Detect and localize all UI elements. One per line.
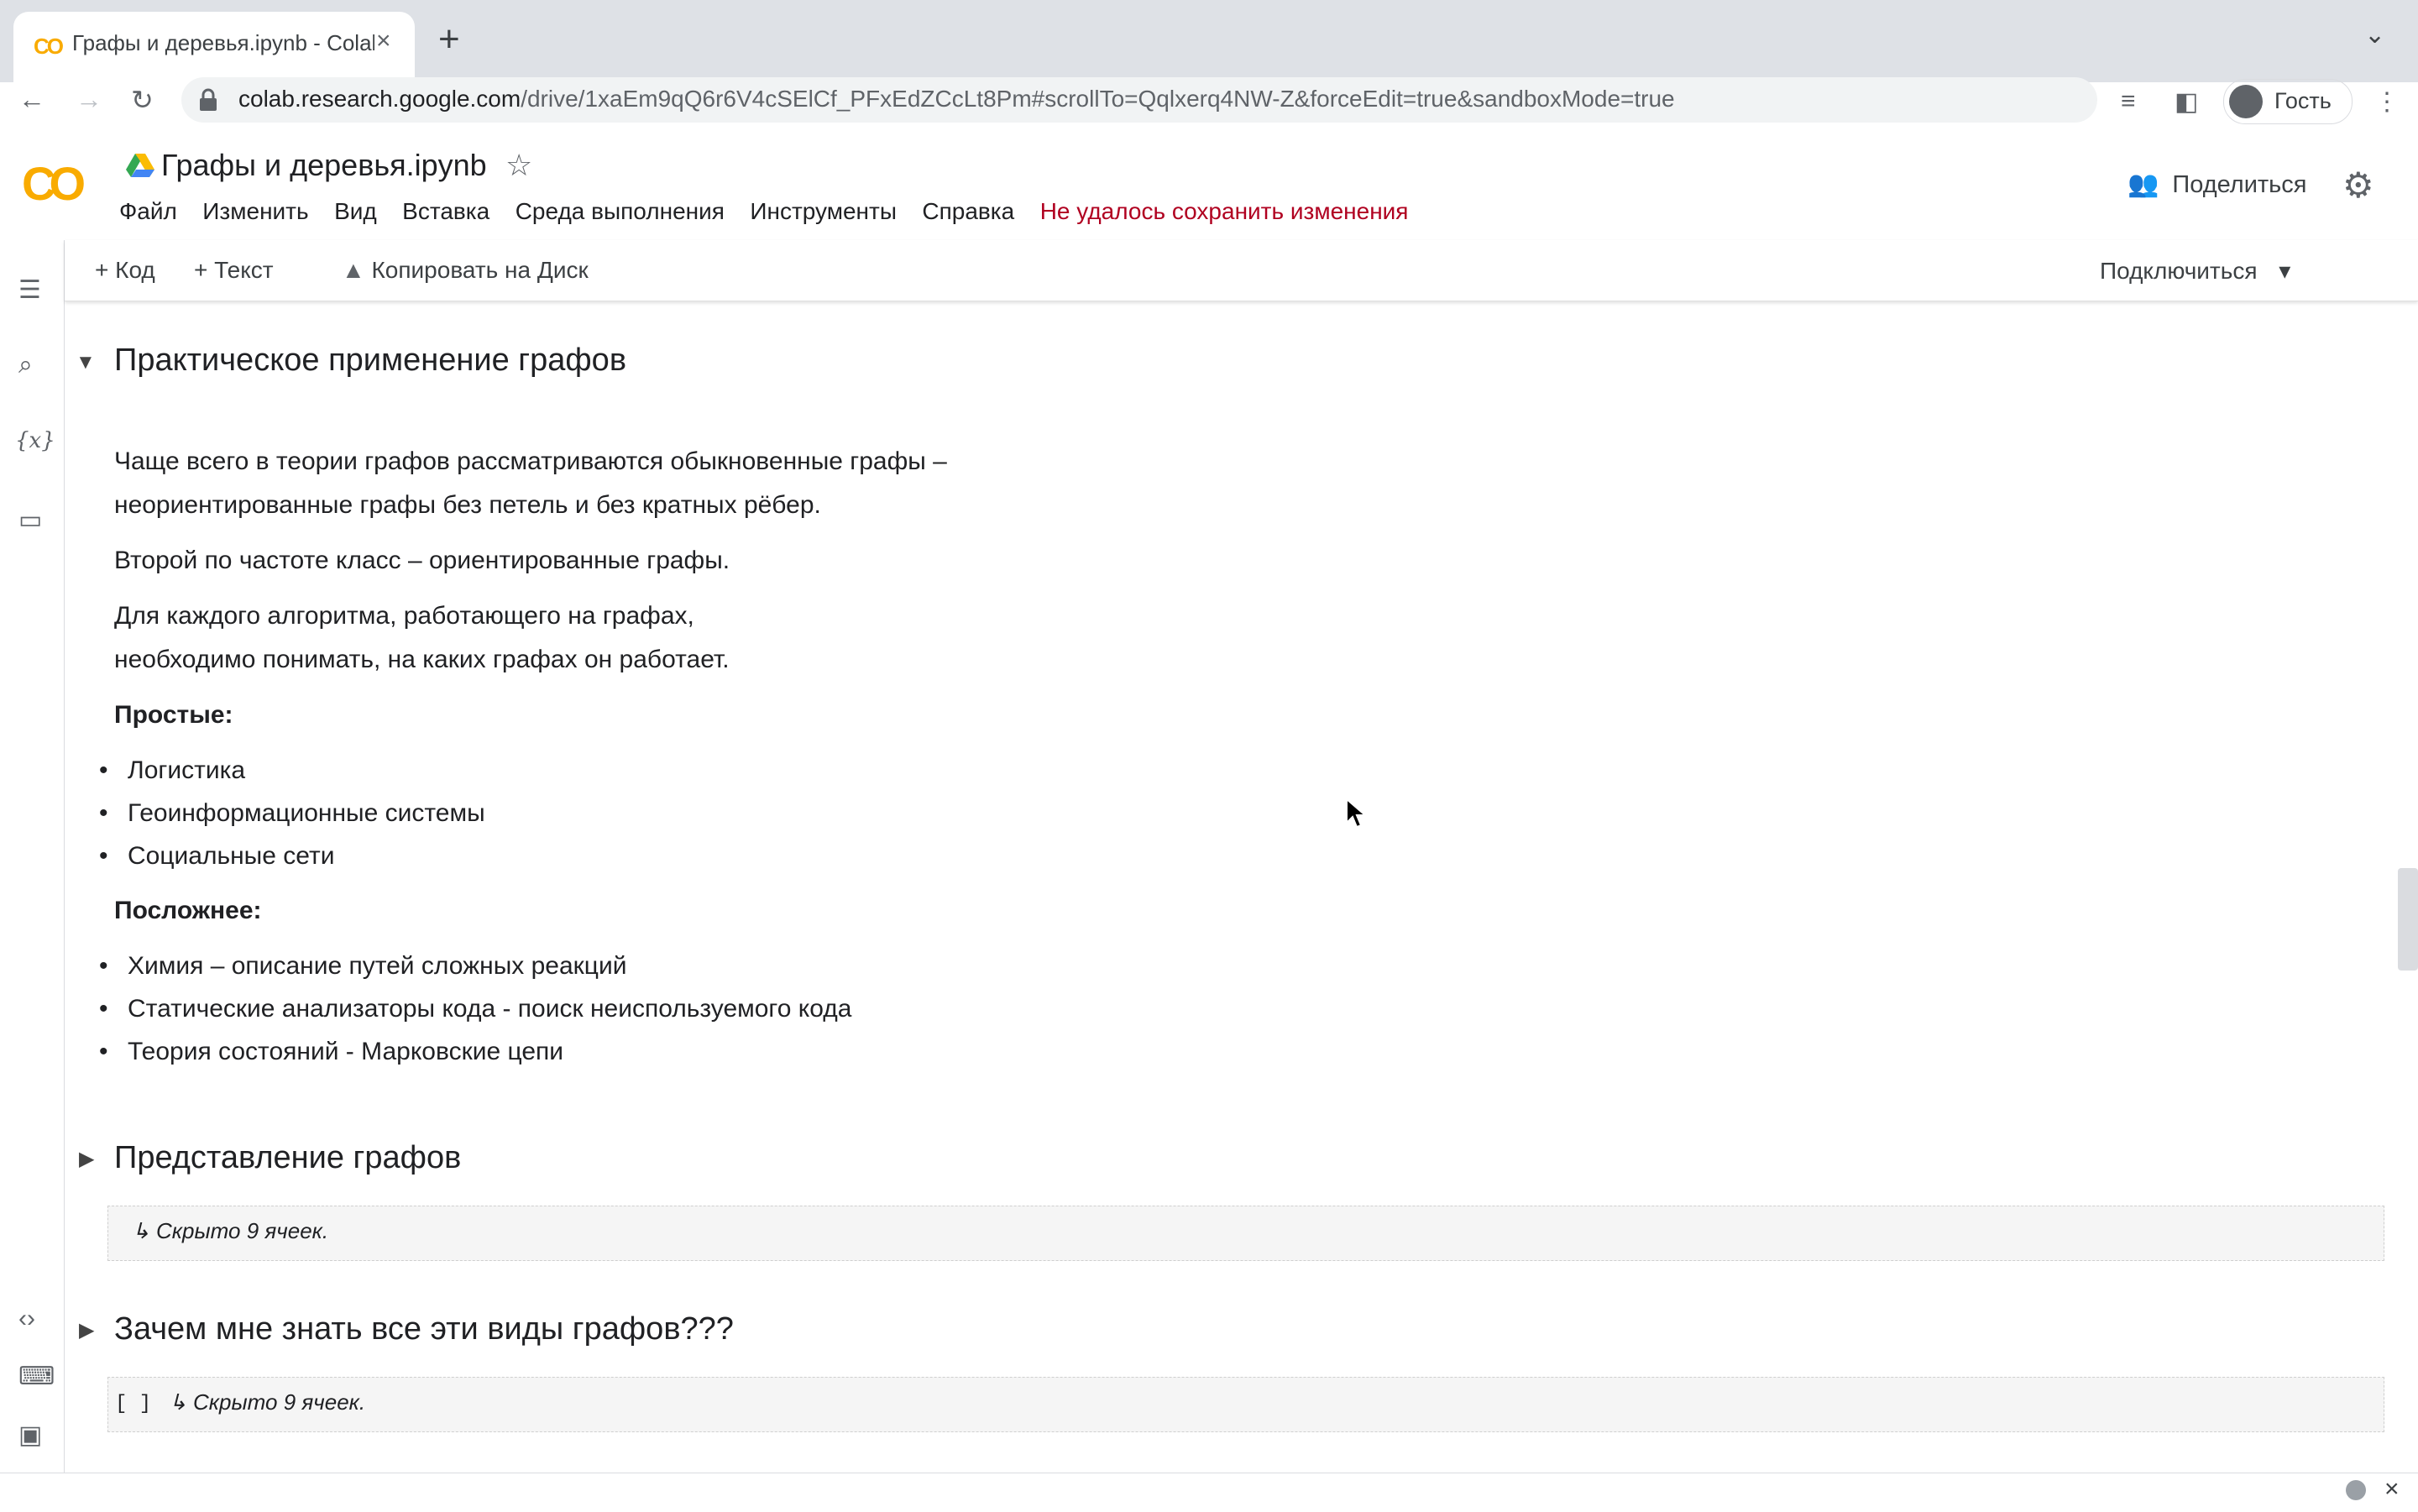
colab-favicon-icon: CO: [34, 34, 64, 59]
reload-icon[interactable]: ↻: [131, 84, 154, 116]
section-expand-caret-icon[interactable]: ▶: [79, 1318, 94, 1342]
forward-arrow-icon[interactable]: →: [76, 84, 102, 115]
bullet-list: Химия – описание путей сложных реакций С…: [60, 944, 1290, 1073]
drive-icon: ▲: [342, 257, 365, 283]
copy-to-drive-button[interactable]: ▲ Копировать на Диск: [342, 257, 589, 284]
menu-view[interactable]: Вид: [334, 198, 377, 225]
section-heading: Зачем мне знать все эти виды графов???: [114, 1311, 734, 1347]
add-text-button[interactable]: + Текст: [194, 257, 274, 284]
list-item: Теория состояний - Марковские цепи: [60, 1030, 1290, 1073]
connect-button[interactable]: Подключиться ▾: [2100, 257, 2290, 285]
list-item: Химия – описание путей сложных реакций: [60, 944, 1290, 987]
profile-button[interactable]: Гость: [2223, 79, 2353, 124]
save-warning[interactable]: Не удалось сохранить изменения: [1040, 198, 1409, 225]
list-heading: Простые:: [114, 701, 233, 729]
url-text: colab.research.google.com/drive/1xaEm9qQ…: [238, 86, 1675, 112]
share-button[interactable]: 👥 Поделиться: [2128, 170, 2307, 199]
list-heading: Посложнее:: [114, 897, 262, 924]
media-control-icon[interactable]: ≡: [2121, 87, 2136, 116]
section-collapse-caret-icon[interactable]: ▼: [76, 351, 96, 374]
side-panel-icon[interactable]: ◧: [2175, 87, 2198, 117]
section-expand-caret-icon[interactable]: ▶: [79, 1147, 94, 1171]
list-item: Статические анализаторы кода - поиск неи…: [60, 987, 1290, 1030]
browser-menu-icon[interactable]: ⋮: [2374, 87, 2400, 117]
url-path: /drive/1xaEm9qQ6r6V4cSElCf_PFxEdZCcLt8Pm…: [521, 86, 1675, 112]
menu-help[interactable]: Справка: [922, 198, 1014, 225]
menu-runtime[interactable]: Среда выполнения: [516, 198, 725, 225]
list-item: Логистика: [60, 749, 1290, 792]
url-host: colab.research.google.com: [238, 86, 521, 112]
menu-edit[interactable]: Изменить: [202, 198, 308, 225]
settings-gear-icon[interactable]: ⚙: [2342, 165, 2374, 206]
hidden-cells-bar[interactable]: [ ] ↳ Скрыто 9 ячеек.: [107, 1377, 2384, 1432]
search-icon[interactable]: ⌕: [18, 351, 33, 379]
close-tab-icon[interactable]: ×: [376, 27, 391, 55]
list-item: Геоинформационные системы: [60, 792, 1290, 834]
add-code-button[interactable]: + Код: [95, 257, 155, 284]
hidden-cells-bar[interactable]: ↳ Скрыто 9 ячеек.: [107, 1206, 2384, 1261]
profile-label: Гость: [2274, 88, 2332, 113]
section-heading: Практическое применение графов: [114, 343, 627, 378]
menu-insert[interactable]: Вставка: [402, 198, 489, 225]
star-icon[interactable]: ☆: [505, 148, 532, 183]
mouse-cursor-icon: [1346, 798, 1367, 829]
list-item: Социальные сети: [60, 834, 1290, 877]
paragraph-line: необходимо понимать, на каких графах он …: [114, 646, 730, 673]
close-status-icon[interactable]: ×: [2384, 1475, 2400, 1504]
code-snippets-icon[interactable]: ‹›: [18, 1305, 35, 1333]
status-dot-icon: [2346, 1480, 2366, 1500]
run-cell-indicator[interactable]: [ ]: [115, 1393, 151, 1415]
add-text-label: Текст: [214, 257, 274, 283]
back-arrow-icon[interactable]: ←: [18, 84, 45, 115]
table-of-contents-icon[interactable]: ☰: [18, 275, 41, 305]
folder-icon[interactable]: ▭: [18, 505, 42, 535]
status-bar: ×: [0, 1473, 2418, 1512]
menu-file[interactable]: Файл: [119, 198, 177, 225]
colab-menubar: Файл Изменить Вид Вставка Среда выполнен…: [119, 198, 1430, 232]
markdown-cell[interactable]: Чаще всего в теории графов рассматривают…: [99, 440, 1290, 1073]
cell-toolbar: + Код + Текст ▲ Копировать на Диск Подкл…: [65, 240, 2418, 301]
hidden-cells-label: ↳ Скрыто 9 ячеек.: [132, 1218, 329, 1243]
add-code-label: Код: [115, 257, 155, 283]
people-icon: 👥: [2128, 170, 2159, 198]
command-palette-icon[interactable]: ⌨: [18, 1362, 55, 1391]
bullet-list: Логистика Геоинформационные системы Соци…: [60, 749, 1290, 877]
copy-to-drive-label: Копировать на Диск: [371, 257, 589, 283]
browser-tab[interactable]: CO Графы и деревья.ipynb - Colab ×: [13, 12, 415, 82]
paragraph-line: Чаще всего в теории графов рассматривают…: [114, 447, 947, 475]
notebook-title[interactable]: Графы и деревья.ipynb: [161, 148, 487, 183]
tab-title: Графы и деревья.ipynb - Colab: [72, 30, 374, 55]
lock-icon: [200, 88, 217, 111]
paragraph: Второй по частоте класс – ориентированны…: [114, 547, 730, 574]
share-label: Поделиться: [2172, 171, 2307, 198]
scrollbar-thumb[interactable]: [2398, 868, 2418, 971]
tab-search-chevron-icon[interactable]: ⌄: [2364, 20, 2385, 50]
variables-icon[interactable]: {x}: [15, 428, 55, 453]
paragraph-line: неориентированные графы без петель и без…: [114, 491, 821, 519]
paragraph-line: Для каждого алгоритма, работающего на гр…: [114, 602, 694, 630]
avatar-icon: [2229, 85, 2263, 118]
address-bar[interactable]: colab.research.google.com/drive/1xaEm9qQ…: [181, 77, 2097, 123]
dropdown-caret-icon: ▾: [2279, 258, 2291, 284]
terminal-icon[interactable]: ▣: [18, 1420, 42, 1450]
hidden-cells-label: ↳ Скрыто 9 ячеек.: [169, 1389, 366, 1415]
section-heading: Представление графов: [114, 1140, 462, 1175]
connect-label: Подключиться: [2100, 258, 2258, 284]
new-tab-button[interactable]: +: [438, 18, 460, 60]
menu-tools[interactable]: Инструменты: [750, 198, 897, 225]
colab-logo[interactable]: CO: [22, 156, 86, 211]
google-drive-icon[interactable]: [126, 153, 154, 178]
left-sidebar: ☰ ⌕ {x} ▭ ‹› ⌨ ▣: [0, 240, 65, 1473]
